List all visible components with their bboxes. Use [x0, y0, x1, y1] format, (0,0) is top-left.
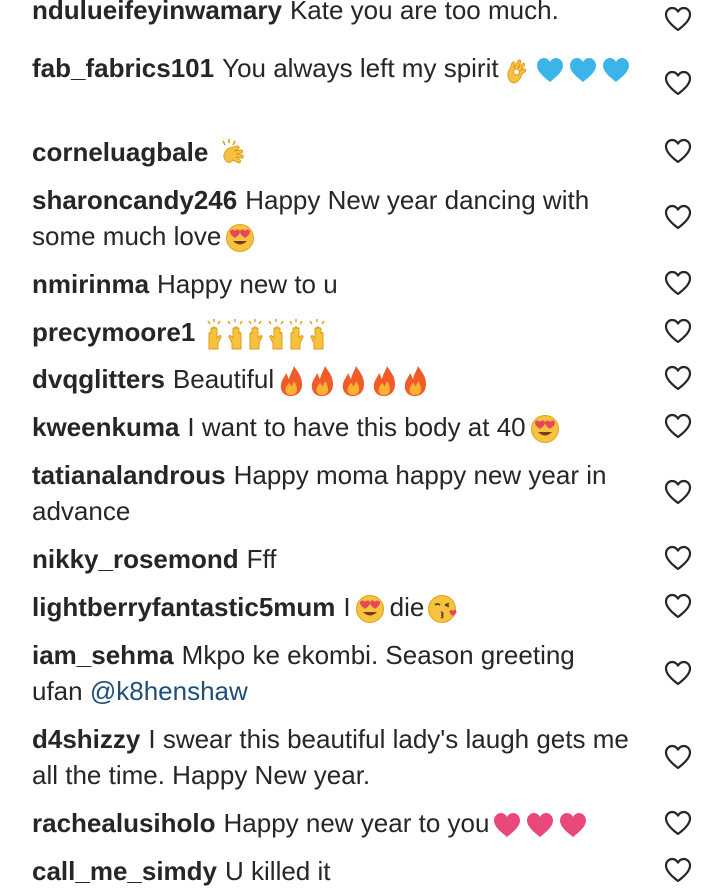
like-heart-icon[interactable] [664, 70, 692, 96]
comment-fab_fabrics101: fab_fabrics101 You always left my spirit [32, 50, 632, 86]
comment-text: I [343, 592, 351, 622]
comment-username-link[interactable]: fab_fabrics101 [32, 53, 214, 83]
pink-heart-emoji [492, 811, 522, 839]
like-heart-icon[interactable] [664, 270, 692, 296]
comment-precymoore1: precymoore1 [32, 314, 632, 350]
comment-username-link[interactable]: corneluagbale [32, 137, 208, 167]
comment-iam_sehma: iam_sehma Mkpo ke ekombi. Season greeting… [32, 637, 632, 709]
like-heart-icon[interactable] [664, 545, 692, 571]
mention-link[interactable]: @k8henshaw [90, 676, 248, 706]
comment-text: U killed it [225, 856, 331, 886]
raising-hands-emoji [288, 318, 326, 350]
comment-nmirinma: nmirinma Happy new to u [32, 266, 632, 302]
comment-username-link[interactable]: nikky_rosemond [32, 544, 239, 574]
comment-text: You always left my spirit [222, 53, 499, 83]
comment-username-link[interactable]: tatianalandrous [32, 460, 226, 490]
like-heart-icon[interactable] [664, 413, 692, 439]
comment-rachealusiholo: rachealusiholo Happy new year to you [32, 805, 632, 841]
comment-username-link[interactable]: kweenkuma [32, 412, 179, 442]
fire-emoji [401, 365, 429, 397]
comment-username-link[interactable]: precymoore1 [32, 317, 195, 347]
comment-username-link[interactable]: ndulueifeyinwamary [32, 0, 282, 25]
comment-list: ndulueifeyinwamary Kate you are too much.… [0, 0, 720, 890]
fire-emoji [277, 365, 305, 397]
kiss-emoji [427, 594, 459, 624]
raising-hands-emoji [206, 318, 244, 350]
like-heart-icon[interactable] [664, 810, 692, 836]
like-heart-icon[interactable] [664, 138, 692, 164]
raising-hands-emoji [247, 318, 285, 350]
like-heart-icon[interactable] [664, 593, 692, 619]
pink-heart-emoji [525, 811, 555, 839]
comment-text-continued: die [389, 592, 425, 622]
comment-d4shizzy: d4shizzy I swear this beautiful lady's la… [32, 721, 632, 793]
comment-call_me_simdy: call_me_simdy U killed it [32, 853, 632, 889]
ok-hand-emoji [502, 55, 532, 85]
clapping-hands-emoji [219, 139, 249, 169]
like-heart-icon[interactable] [664, 204, 692, 230]
pink-heart-emoji [558, 811, 588, 839]
like-heart-icon[interactable] [664, 6, 692, 32]
comment-username-link[interactable]: lightberryfantastic5mum [32, 592, 335, 622]
comment-username-link[interactable]: sharoncandy246 [32, 185, 237, 215]
comment-ndulueifeyinwamary: ndulueifeyinwamary Kate you are too much. [32, 0, 632, 28]
comment-sharoncandy246: sharoncandy246 Happy New year dancing wit… [32, 182, 632, 254]
like-heart-icon[interactable] [664, 479, 692, 505]
fire-emoji [308, 365, 336, 397]
comment-username-link[interactable]: rachealusiholo [32, 808, 216, 838]
blue-heart-emoji [601, 56, 631, 84]
comment-username-link[interactable]: d4shizzy [32, 724, 140, 754]
like-heart-icon[interactable] [664, 857, 692, 883]
comment-username-link[interactable]: iam_sehma [32, 640, 174, 670]
like-heart-icon[interactable] [664, 318, 692, 344]
heart-eyes-emoji [529, 414, 561, 444]
comment-text: Fff [246, 544, 277, 574]
comment-username-link[interactable]: nmirinma [32, 269, 149, 299]
heart-eyes-emoji [224, 223, 256, 253]
comment-text: Beautiful [172, 364, 275, 394]
blue-heart-emoji [535, 56, 565, 84]
like-heart-icon[interactable] [664, 660, 692, 686]
comment-lightberryfantastic5mum: lightberryfantastic5mum Idie [32, 589, 632, 625]
comment-nikky_rosemond: nikky_rosemond Fff [32, 541, 632, 577]
comment-kweenkuma: kweenkuma I want to have this body at 40 [32, 409, 632, 445]
blue-heart-emoji [568, 56, 598, 84]
like-heart-icon[interactable] [664, 365, 692, 391]
comment-tatianalandrous: tatianalandrous Happy moma happy new year… [32, 457, 632, 529]
comment-text: Happy new year to you [223, 808, 490, 838]
comment-corneluagbale: corneluagbale [32, 134, 632, 170]
comment-text: Happy new to u [157, 269, 338, 299]
comment-dvqglitters: dvqglitters Beautiful [32, 361, 632, 397]
fire-emoji [370, 365, 398, 397]
comment-text: I want to have this body at 40 [187, 412, 526, 442]
heart-eyes-emoji [354, 594, 386, 624]
comment-username-link[interactable]: dvqglitters [32, 364, 165, 394]
fire-emoji [339, 365, 367, 397]
comment-text: Kate you are too much. [289, 0, 559, 25]
comment-username-link[interactable]: call_me_simdy [32, 856, 217, 886]
like-heart-icon[interactable] [664, 744, 692, 770]
